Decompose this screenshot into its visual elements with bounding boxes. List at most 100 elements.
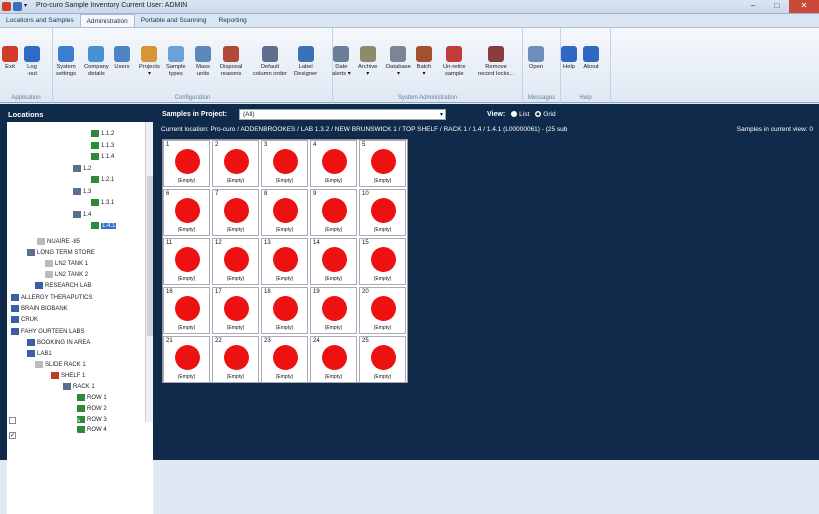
close-button[interactable]: ✕	[789, 0, 819, 13]
checkbox-box[interactable]	[9, 417, 16, 424]
view-grid-radio[interactable]: Grid	[535, 111, 556, 118]
tree-node[interactable]: LONG TERM STORE	[27, 249, 95, 256]
ribbon-button-12[interactable]: Archive ▾	[358, 46, 377, 78]
include-sub-locations-checkbox[interactable]: Include sub-locations	[9, 417, 80, 424]
empty-position-icon	[322, 296, 347, 321]
quick-access-icon[interactable]	[13, 2, 22, 11]
tree-node[interactable]: ROW 1	[77, 394, 107, 401]
include-retired-samples-checkbox[interactable]: ✓ Include retired samples	[9, 432, 86, 439]
ribbon-button-4[interactable]: Users	[114, 46, 130, 71]
maximize-button[interactable]: □	[765, 0, 789, 13]
tab-portable-and-scanning[interactable]: Portable and Scanning	[135, 14, 213, 27]
grid-cell[interactable]: 16 (Empty)	[163, 287, 210, 334]
tree-node[interactable]: 1.3	[73, 188, 91, 195]
tree-scroll-thumb[interactable]	[147, 176, 153, 336]
tree-scrollbar[interactable]	[145, 122, 153, 422]
grid-cell[interactable]: 19 (Empty)	[310, 287, 357, 334]
location-tree[interactable]: 1.1.2 1.1.3 1.1.4 1.2 1.2.1 1.3 1.3.1 1.4 1.4.1 N…	[7, 122, 153, 514]
tree-node[interactable]: BOOKING IN AREA	[27, 339, 90, 346]
minimize-button[interactable]: –	[741, 0, 765, 13]
include-retired-samples-label: Include retired samples	[19, 432, 87, 439]
project-select[interactable]: (All) ▾	[239, 109, 446, 120]
grid-cell[interactable]: 22 (Empty)	[212, 336, 259, 383]
ribbon-button-3[interactable]: Company details	[84, 46, 109, 78]
tree-node[interactable]: 1.2	[73, 165, 91, 172]
tree-node[interactable]: BRAIN BIOBANK	[11, 305, 68, 312]
grid-cell[interactable]: 4 (Empty)	[310, 140, 357, 187]
tree-node[interactable]: LN2 TANK 2	[45, 271, 88, 278]
tree-node[interactable]: RACK 1	[63, 383, 95, 390]
quick-access-dropdown-icon[interactable]: ▾	[24, 2, 33, 11]
view-list-radio[interactable]: List	[511, 111, 529, 118]
grid-cell[interactable]: 14 (Empty)	[310, 238, 357, 285]
ribbon-button-0[interactable]: Exit	[2, 46, 18, 71]
checkbox-box-checked[interactable]: ✓	[9, 432, 16, 439]
grid-cell[interactable]: 13 (Empty)	[261, 238, 308, 285]
app-icon	[2, 2, 11, 11]
ribbon-button-18[interactable]: Help	[561, 46, 577, 71]
ribbon-button-7[interactable]: Mass units	[195, 46, 211, 78]
grid-cell[interactable]: 18 (Empty)	[261, 287, 308, 334]
ribbon-button-16[interactable]: Remove record locks...	[478, 46, 514, 78]
tree-node[interactable]: ROW 3	[77, 416, 107, 423]
tree-node[interactable]: FAHY GURTEEN LABS	[11, 328, 84, 335]
tree-node[interactable]: ALLERGY THERAPUTICS	[11, 294, 92, 301]
cell-status: (Empty)	[373, 227, 392, 233]
grid-cell[interactable]: 23 (Empty)	[261, 336, 308, 383]
tab-reporting[interactable]: Reporting	[213, 14, 253, 27]
tree-node[interactable]: 1.1.4	[91, 153, 114, 160]
grid-cell[interactable]: 10 (Empty)	[359, 189, 406, 236]
tree-node[interactable]: RESEARCH LAB	[35, 282, 91, 289]
tab-locations-and-samples[interactable]: Locations and Samples	[0, 14, 80, 27]
cell-status: (Empty)	[177, 374, 196, 380]
tab-administration[interactable]: Administration	[79, 14, 135, 27]
ribbon-button-13[interactable]: Database ▾	[386, 46, 411, 78]
grid-cell[interactable]: 11 (Empty)	[163, 238, 210, 285]
tree-node[interactable]: LN2 TANK 1	[45, 260, 88, 267]
grid-cell[interactable]: 8 (Empty)	[261, 189, 308, 236]
tree-node[interactable]: SHELF 1	[51, 372, 85, 379]
ribbon-button-6[interactable]: Sample types	[166, 46, 186, 78]
tree-node[interactable]: 1.3.1	[91, 199, 114, 206]
ribbon-button-17[interactable]: Open	[528, 46, 544, 71]
grid-cell[interactable]: 1 (Empty)	[163, 140, 210, 187]
grid-cell[interactable]: 7 (Empty)	[212, 189, 259, 236]
ribbon-button-15[interactable]: Un-retire sample	[443, 46, 466, 78]
ribbon-button-1[interactable]: Log -out	[24, 46, 40, 78]
grid-cell[interactable]: 3 (Empty)	[261, 140, 308, 187]
grid-cell[interactable]: 25 (Empty)	[359, 336, 406, 383]
grid-cell[interactable]: 6 (Empty)	[163, 189, 210, 236]
tree-node[interactable]: SLIDE RACK 1	[35, 361, 86, 368]
samples-count: Samples in current view: 0	[736, 126, 813, 133]
ribbon-button-14[interactable]: Batch ▾	[416, 46, 432, 78]
tree-node[interactable]: CRUK	[11, 316, 38, 323]
tree-node[interactable]: 1.1.3	[91, 142, 114, 149]
grid-cell[interactable]: 24 (Empty)	[310, 336, 357, 383]
grid-cell[interactable]: 2 (Empty)	[212, 140, 259, 187]
tree-node[interactable]: 1.4	[73, 211, 91, 218]
tree-node[interactable]: NUAIRE -85	[37, 238, 80, 245]
tree-node[interactable]: 1.4.1	[91, 222, 117, 229]
tree-node[interactable]: LAB1	[27, 350, 52, 357]
grid-cell[interactable]: 20 (Empty)	[359, 287, 406, 334]
ribbon-button-8[interactable]: Disposal reasons	[220, 46, 242, 78]
grid-cell[interactable]: 17 (Empty)	[212, 287, 259, 334]
tree-node[interactable]: ROW 2	[77, 405, 107, 412]
grid-cell[interactable]: 12 (Empty)	[212, 238, 259, 285]
ribbon-button-2[interactable]: System settings	[56, 46, 76, 78]
ribbon-button-5[interactable]: Projects ▾	[139, 46, 160, 78]
empty-position-icon	[371, 198, 396, 223]
location-icon	[45, 271, 53, 278]
ribbon-button-11[interactable]: Date alerts ▾	[332, 46, 351, 78]
ribbon-button-19[interactable]: About	[583, 46, 599, 71]
grid-cell[interactable]: 21 (Empty)	[163, 336, 210, 383]
tree-node[interactable]: 1.1.2	[91, 130, 114, 137]
ribbon-button-10[interactable]: Label Designer	[294, 46, 317, 78]
tree-node[interactable]: 1.2.1	[91, 176, 114, 183]
ribbon-button-9[interactable]: Default column order	[253, 46, 287, 78]
grid-cell[interactable]: 15 (Empty)	[359, 238, 406, 285]
grid-cell[interactable]: 9 (Empty)	[310, 189, 357, 236]
location-icon	[77, 405, 85, 412]
grid-cell[interactable]: 5 (Empty)	[359, 140, 406, 187]
ribbon-button-label: Date	[335, 64, 348, 70]
